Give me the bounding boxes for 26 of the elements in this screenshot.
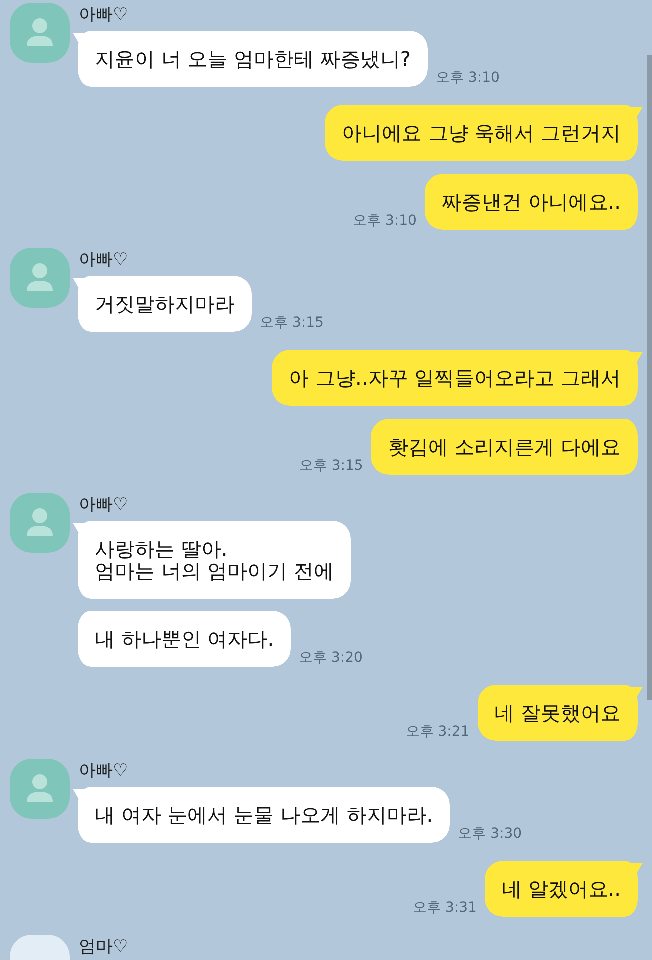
- scrollbar-thumb[interactable]: [647, 55, 652, 700]
- message-time: 오후 3:10: [353, 213, 417, 229]
- person-avatar-icon[interactable]: [10, 248, 70, 308]
- person-avatar-icon[interactable]: [10, 3, 70, 63]
- message-bubble: 내 여자 눈에서 눈물 나오게 하지마라.: [73, 787, 450, 843]
- message-time: 오후 3:15: [299, 458, 364, 474]
- message-time: 오후 3:21: [406, 724, 470, 740]
- message-bubble: 사랑하는 딸아. 엄마는 너의 엄마이기 전에: [73, 521, 352, 599]
- person-avatar-icon[interactable]: [10, 759, 70, 819]
- sender-name: 아빠♡: [79, 249, 128, 272]
- message-time: 오후 3:31: [413, 900, 477, 916]
- sender-name: 아빠♡: [79, 760, 128, 783]
- person-avatar-icon[interactable]: [10, 493, 70, 553]
- message-time: 오후 3:20: [299, 650, 363, 666]
- message-bubble: 지윤이 너 오늘 엄마한테 짜증냈니?: [73, 31, 428, 87]
- message-bubble: 네 잘못했어요: [478, 685, 643, 741]
- sender-name: 아빠♡: [79, 494, 128, 517]
- message-bubble: 아니에요 그냥 욱해서 그런거지: [324, 105, 643, 161]
- sender-name: 엄마♡: [79, 936, 128, 959]
- message-time: 오후 3:15: [260, 315, 324, 331]
- sender-name: 아빠♡: [79, 4, 128, 27]
- message-bubble: 네 알겠어요..: [484, 861, 643, 917]
- message-bubble: 거짓말하지마라: [73, 276, 252, 332]
- message-bubble: 아 그냥..자꾸 일찍들어오라고 그래서: [272, 350, 643, 406]
- message-time: 오후 3:10: [436, 70, 500, 86]
- message-time: 오후 3:30: [458, 826, 522, 842]
